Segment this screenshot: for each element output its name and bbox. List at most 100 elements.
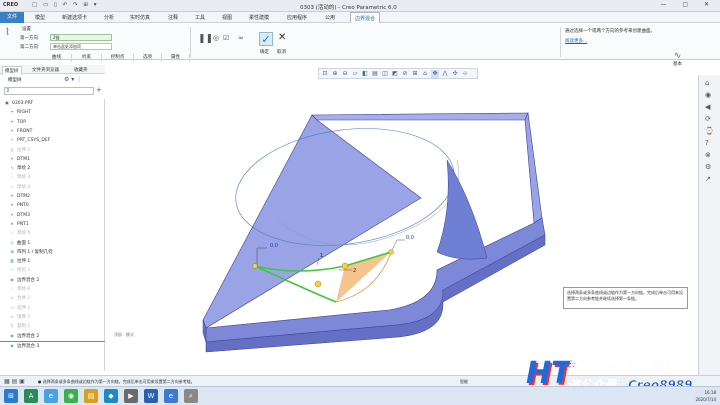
first-direction-collector[interactable]: 2链: [50, 34, 112, 41]
status-icons[interactable]: ▦ ▤ ▣: [4, 378, 25, 385]
tree-search-input[interactable]: ⊽: [4, 87, 94, 95]
tab-model-tree[interactable]: 模型树: [2, 66, 22, 75]
menu-common[interactable]: 公用: [325, 14, 335, 21]
taskbar-creo-icon[interactable]: ◆: [104, 389, 118, 403]
help-icon[interactable]: ?: [705, 139, 709, 147]
section-icon[interactable]: ⊘: [401, 70, 409, 78]
menu-view[interactable]: 视图: [222, 14, 232, 21]
menu-annotate[interactable]: 注释: [168, 14, 178, 21]
tree-item[interactable]: ⊹ PRT_CSYS_DEF: [0, 136, 105, 145]
graphics-window[interactable]: 0.0 0.0 1 2: [107, 80, 687, 372]
tree-item[interactable]: ⇥ 延伸 1: [0, 304, 105, 313]
glasses-icon[interactable]: ∞: [238, 34, 244, 42]
taskbar-misc-icon[interactable]: ⌕: [184, 389, 198, 403]
menu-analysis[interactable]: 分析: [104, 14, 114, 21]
menu-tools[interactable]: 工具: [195, 14, 205, 21]
tree-settings-icon[interactable]: ⚙ ▾ ⋮: [64, 76, 82, 83]
menu-new-tab[interactable]: 新建选项卡: [62, 14, 87, 21]
datum-display-icon[interactable]: ⊞: [411, 70, 419, 78]
spin-center-icon[interactable]: ✥: [431, 70, 439, 78]
csys-display-icon[interactable]: ⊹: [461, 70, 469, 78]
tab-options[interactable]: 选项: [134, 54, 162, 62]
zoom-in-icon[interactable]: ⊕: [331, 70, 339, 78]
tree-item[interactable]: ⌿ FRONT: [0, 127, 105, 136]
tree-item[interactable]: ◇ 曲面 1: [0, 239, 105, 248]
model-viewport[interactable]: 0.0 0.0 1 2: [107, 80, 687, 372]
add-icon[interactable]: +: [96, 86, 102, 94]
taskbar-word-icon[interactable]: W: [144, 389, 158, 403]
tree-item[interactable]: ▣ 0303.PRT: [0, 99, 105, 108]
tree-item[interactable]: ⌿ TOP: [0, 118, 105, 127]
home-icon[interactable]: ⌂: [705, 79, 709, 87]
taskbar-clock[interactable]: 16:18 2020/7/14: [695, 389, 716, 403]
tab-constraints[interactable]: 约束: [72, 54, 102, 62]
dim-value-1[interactable]: 0.0: [270, 243, 278, 249]
menu-applications[interactable]: 应用程序: [287, 14, 307, 21]
read-more-link[interactable]: 阅读更多...: [565, 39, 667, 45]
annotation-display-icon[interactable]: ⌂: [421, 70, 429, 78]
tree-item[interactable]: ∗ PNT1: [0, 220, 105, 229]
menu-file[interactable]: 文件: [0, 12, 24, 23]
back-icon[interactable]: ◀: [705, 103, 710, 111]
tab-folder-browser[interactable]: 文件夹浏览器: [30, 66, 61, 74]
menu-live-simulation[interactable]: 实时仿真: [130, 14, 150, 21]
windows-start-icon[interactable]: ⊞: [4, 389, 18, 403]
tab-favorites[interactable]: 收藏夹: [72, 66, 90, 74]
history-icon[interactable]: ⌚: [705, 127, 714, 135]
taskbar-chat-icon[interactable]: ◉: [64, 389, 78, 403]
refresh-icon[interactable]: ⟳: [705, 115, 711, 123]
tree-item[interactable]: ∿ 草绘 4: [0, 183, 105, 192]
tree-item[interactable]: ⊞ 阵列 1 / 复制几何: [0, 248, 105, 257]
menu-boundary-blend[interactable]: 边界混合: [350, 12, 381, 23]
tab-control-points[interactable]: 控制点: [102, 54, 134, 62]
point-display-icon[interactable]: ✣: [451, 70, 459, 78]
window-controls[interactable]: — ▢ ✕: [660, 1, 716, 8]
tree-item[interactable]: ⊕ 合并 1: [0, 294, 105, 303]
tree-item[interactable]: ⇌ 镜像 1: [0, 313, 105, 322]
verify-icon[interactable]: ☑: [223, 34, 229, 42]
tree-item[interactable]: ⌿ DTM3: [0, 211, 105, 220]
gear-icon[interactable]: ⚙: [705, 163, 711, 171]
tree-item[interactable]: ⌿ DTM2: [0, 192, 105, 201]
tree-item[interactable]: ◈ 边界混合 3: [0, 340, 105, 350]
quick-access-toolbar[interactable]: □ ▭ ▯ ↶ ↷ ⊞ ▾: [32, 2, 99, 8]
repaint-icon[interactable]: ▱: [351, 70, 359, 78]
tree-item[interactable]: ▥ 拉伸 1: [0, 146, 105, 155]
tab-curves[interactable]: 曲线: [42, 54, 72, 62]
zoom-out-icon[interactable]: ⊖: [341, 70, 349, 78]
taskbar-media-icon[interactable]: ▶: [124, 389, 138, 403]
taskbar-browser-icon[interactable]: e: [44, 389, 58, 403]
tree-item[interactable]: ⌿ DTM1: [0, 155, 105, 164]
pause-icon[interactable]: ❚❚: [198, 34, 213, 44]
tree-item[interactable]: ⌿ RIGHT: [0, 108, 105, 117]
preview-icon[interactable]: ◎: [213, 34, 219, 42]
arrow-icon[interactable]: ↗: [705, 175, 711, 183]
stop-icon[interactable]: ⊗: [705, 151, 711, 159]
tree-item[interactable]: ∗ PNT0: [0, 201, 105, 210]
basic-toggle[interactable]: ∿ 基本: [673, 51, 682, 67]
taskbar-app-icon[interactable]: A: [24, 389, 38, 403]
browser-icon[interactable]: ◉: [705, 91, 711, 99]
menu-flexible-modeling[interactable]: 柔性建模: [249, 14, 269, 21]
taskbar-folder-icon[interactable]: ▤: [84, 389, 98, 403]
view-manager-icon[interactable]: ◫: [381, 70, 389, 78]
saved-views-icon[interactable]: ▤: [371, 70, 379, 78]
selection-filter[interactable]: 智能: [460, 379, 468, 385]
tab-properties[interactable]: 属性: [162, 54, 190, 62]
display-style-icon[interactable]: ◧: [361, 70, 369, 78]
tree-item[interactable]: ▥ 拉伸 1: [0, 257, 105, 266]
tree-item[interactable]: ∿ 草绘 5: [0, 229, 105, 238]
tree-item[interactable]: ∿ 草绘 2: [0, 164, 105, 173]
tree-item[interactable]: ⎘ 复制 1: [0, 322, 105, 331]
tree-item[interactable]: ◈ 边界混合 2: [0, 332, 105, 341]
dim-value-2[interactable]: 0.0: [406, 235, 414, 241]
taskbar-edge-icon[interactable]: e: [164, 389, 178, 403]
second-direction-collector[interactable]: 单击此处添加项: [50, 43, 112, 50]
ok-check-icon[interactable]: ✓: [259, 32, 273, 46]
tree-item[interactable]: ✂ 修剪 1: [0, 266, 105, 275]
tree-item[interactable]: ∿ 草绘 3: [0, 173, 105, 182]
axis-display-icon[interactable]: ⋀: [441, 70, 449, 78]
menu-model[interactable]: 模型: [35, 14, 45, 21]
cancel-x-icon[interactable]: ✕: [278, 32, 286, 43]
tree-item[interactable]: ◈ 边界混合 2: [0, 276, 105, 285]
